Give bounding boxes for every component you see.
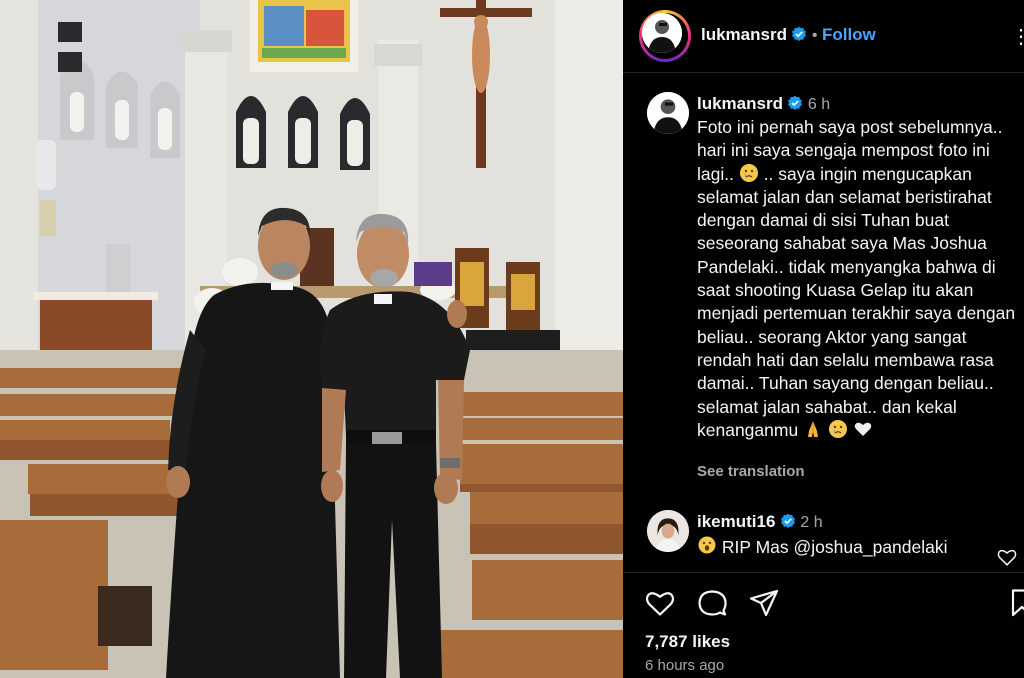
caption-author-avatar[interactable]: [647, 92, 689, 134]
surprised-face-emoji-icon: [698, 536, 716, 554]
post-photo[interactable]: [0, 0, 623, 678]
header-divider: [623, 72, 1024, 73]
follow-button[interactable]: Follow: [822, 25, 876, 44]
verified-badge-icon: [780, 513, 795, 528]
see-translation-link[interactable]: See translation: [697, 463, 805, 480]
verified-badge-icon: [788, 95, 803, 110]
comment-like-heart-icon[interactable]: [996, 546, 1018, 568]
more-options-icon[interactable]: ⋮: [1011, 24, 1024, 49]
caption-author-line: lukmansrd 6 h: [697, 94, 830, 114]
post-header: lukmansrd • Follow ⋮: [623, 0, 1024, 72]
comment-bubble-icon[interactable]: [695, 586, 729, 620]
comment-author-line: ikemuti16 2 h: [697, 512, 823, 532]
header-separator: •: [811, 27, 818, 44]
comment-text: RIP Mas @joshua_pandelaki: [697, 536, 948, 558]
crying-face-emoji-icon: [739, 163, 758, 182]
heart-icon[interactable]: [643, 586, 677, 620]
author-avatar-image: [642, 13, 682, 53]
actions-divider: [623, 572, 1024, 573]
verified-badge-icon: [792, 26, 807, 41]
caption-text-part-2: .. saya ingin mengucapkan selamat jalan …: [697, 163, 1016, 440]
church-photo-illustration: [0, 0, 623, 678]
likes-count[interactable]: 7,787 likes: [645, 632, 730, 652]
post-actions-bar: [623, 586, 1024, 622]
post-timestamp[interactable]: 6 hours ago: [645, 657, 724, 674]
author-avatar[interactable]: [639, 10, 691, 62]
commenter-avatar[interactable]: [647, 510, 689, 552]
caption-time[interactable]: 6 h: [808, 96, 830, 113]
header-author-line: lukmansrd • Follow: [701, 25, 876, 45]
comment-text-body: RIP Mas @joshua_pandelaki: [721, 537, 948, 557]
comment-time[interactable]: 2 h: [800, 514, 822, 531]
commenter-avatar-image: [647, 510, 689, 552]
paper-plane-icon[interactable]: [747, 586, 781, 620]
crying-face-emoji-icon: [828, 419, 847, 438]
post-side-panel: lukmansrd • Follow ⋮ lukmansrd 6 h Foto …: [623, 0, 1024, 678]
header-username[interactable]: lukmansrd: [701, 25, 787, 44]
bookmark-icon[interactable]: [1005, 586, 1024, 620]
caption-text: Foto ini pernah saya post sebelumnya.. h…: [697, 116, 1017, 442]
caption-username[interactable]: lukmansrd: [697, 94, 783, 113]
folded-hands-emoji-icon: [808, 420, 819, 437]
comment-username[interactable]: ikemuti16: [697, 512, 775, 531]
caption-avatar-image: [647, 92, 689, 134]
white-heart-emoji-icon: [854, 422, 872, 436]
